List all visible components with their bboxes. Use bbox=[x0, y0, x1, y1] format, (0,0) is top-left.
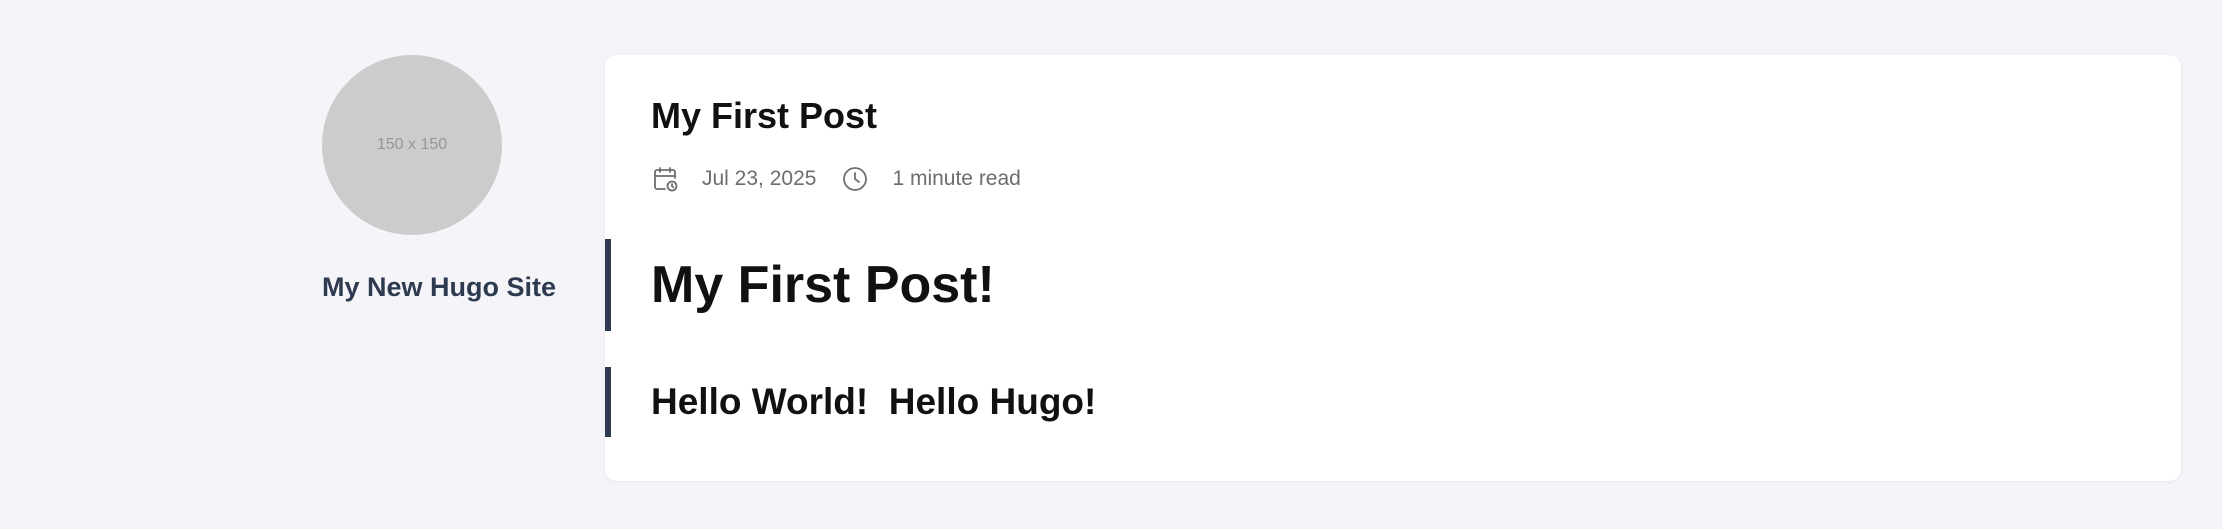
post-title: My First Post bbox=[651, 95, 878, 136]
site-title-link[interactable]: My New Hugo Site bbox=[322, 272, 556, 303]
content-heading-1: My First Post! bbox=[651, 256, 995, 314]
calendar-icon bbox=[651, 165, 679, 193]
post-date: Jul 23, 2025 bbox=[702, 167, 817, 190]
clock-icon bbox=[841, 165, 869, 193]
content-heading-2: Hello World! Hello Hugo! bbox=[651, 381, 1097, 422]
content-heading-1-block: My First Post! bbox=[605, 239, 995, 331]
page: 150 x 150 My New Hugo Site My First Post… bbox=[0, 0, 2222, 529]
post-card: My First Post Jul 23, 2025 1 minute read… bbox=[605, 55, 2181, 481]
sidebar: 150 x 150 My New Hugo Site bbox=[322, 55, 562, 303]
content-heading-2-block: Hello World! Hello Hugo! bbox=[605, 367, 1096, 437]
reading-time: 1 minute read bbox=[892, 167, 1021, 190]
avatar[interactable]: 150 x 150 bbox=[322, 55, 502, 235]
avatar-placeholder-text: 150 x 150 bbox=[376, 136, 448, 153]
post-meta: Jul 23, 2025 1 minute read bbox=[651, 165, 1046, 193]
